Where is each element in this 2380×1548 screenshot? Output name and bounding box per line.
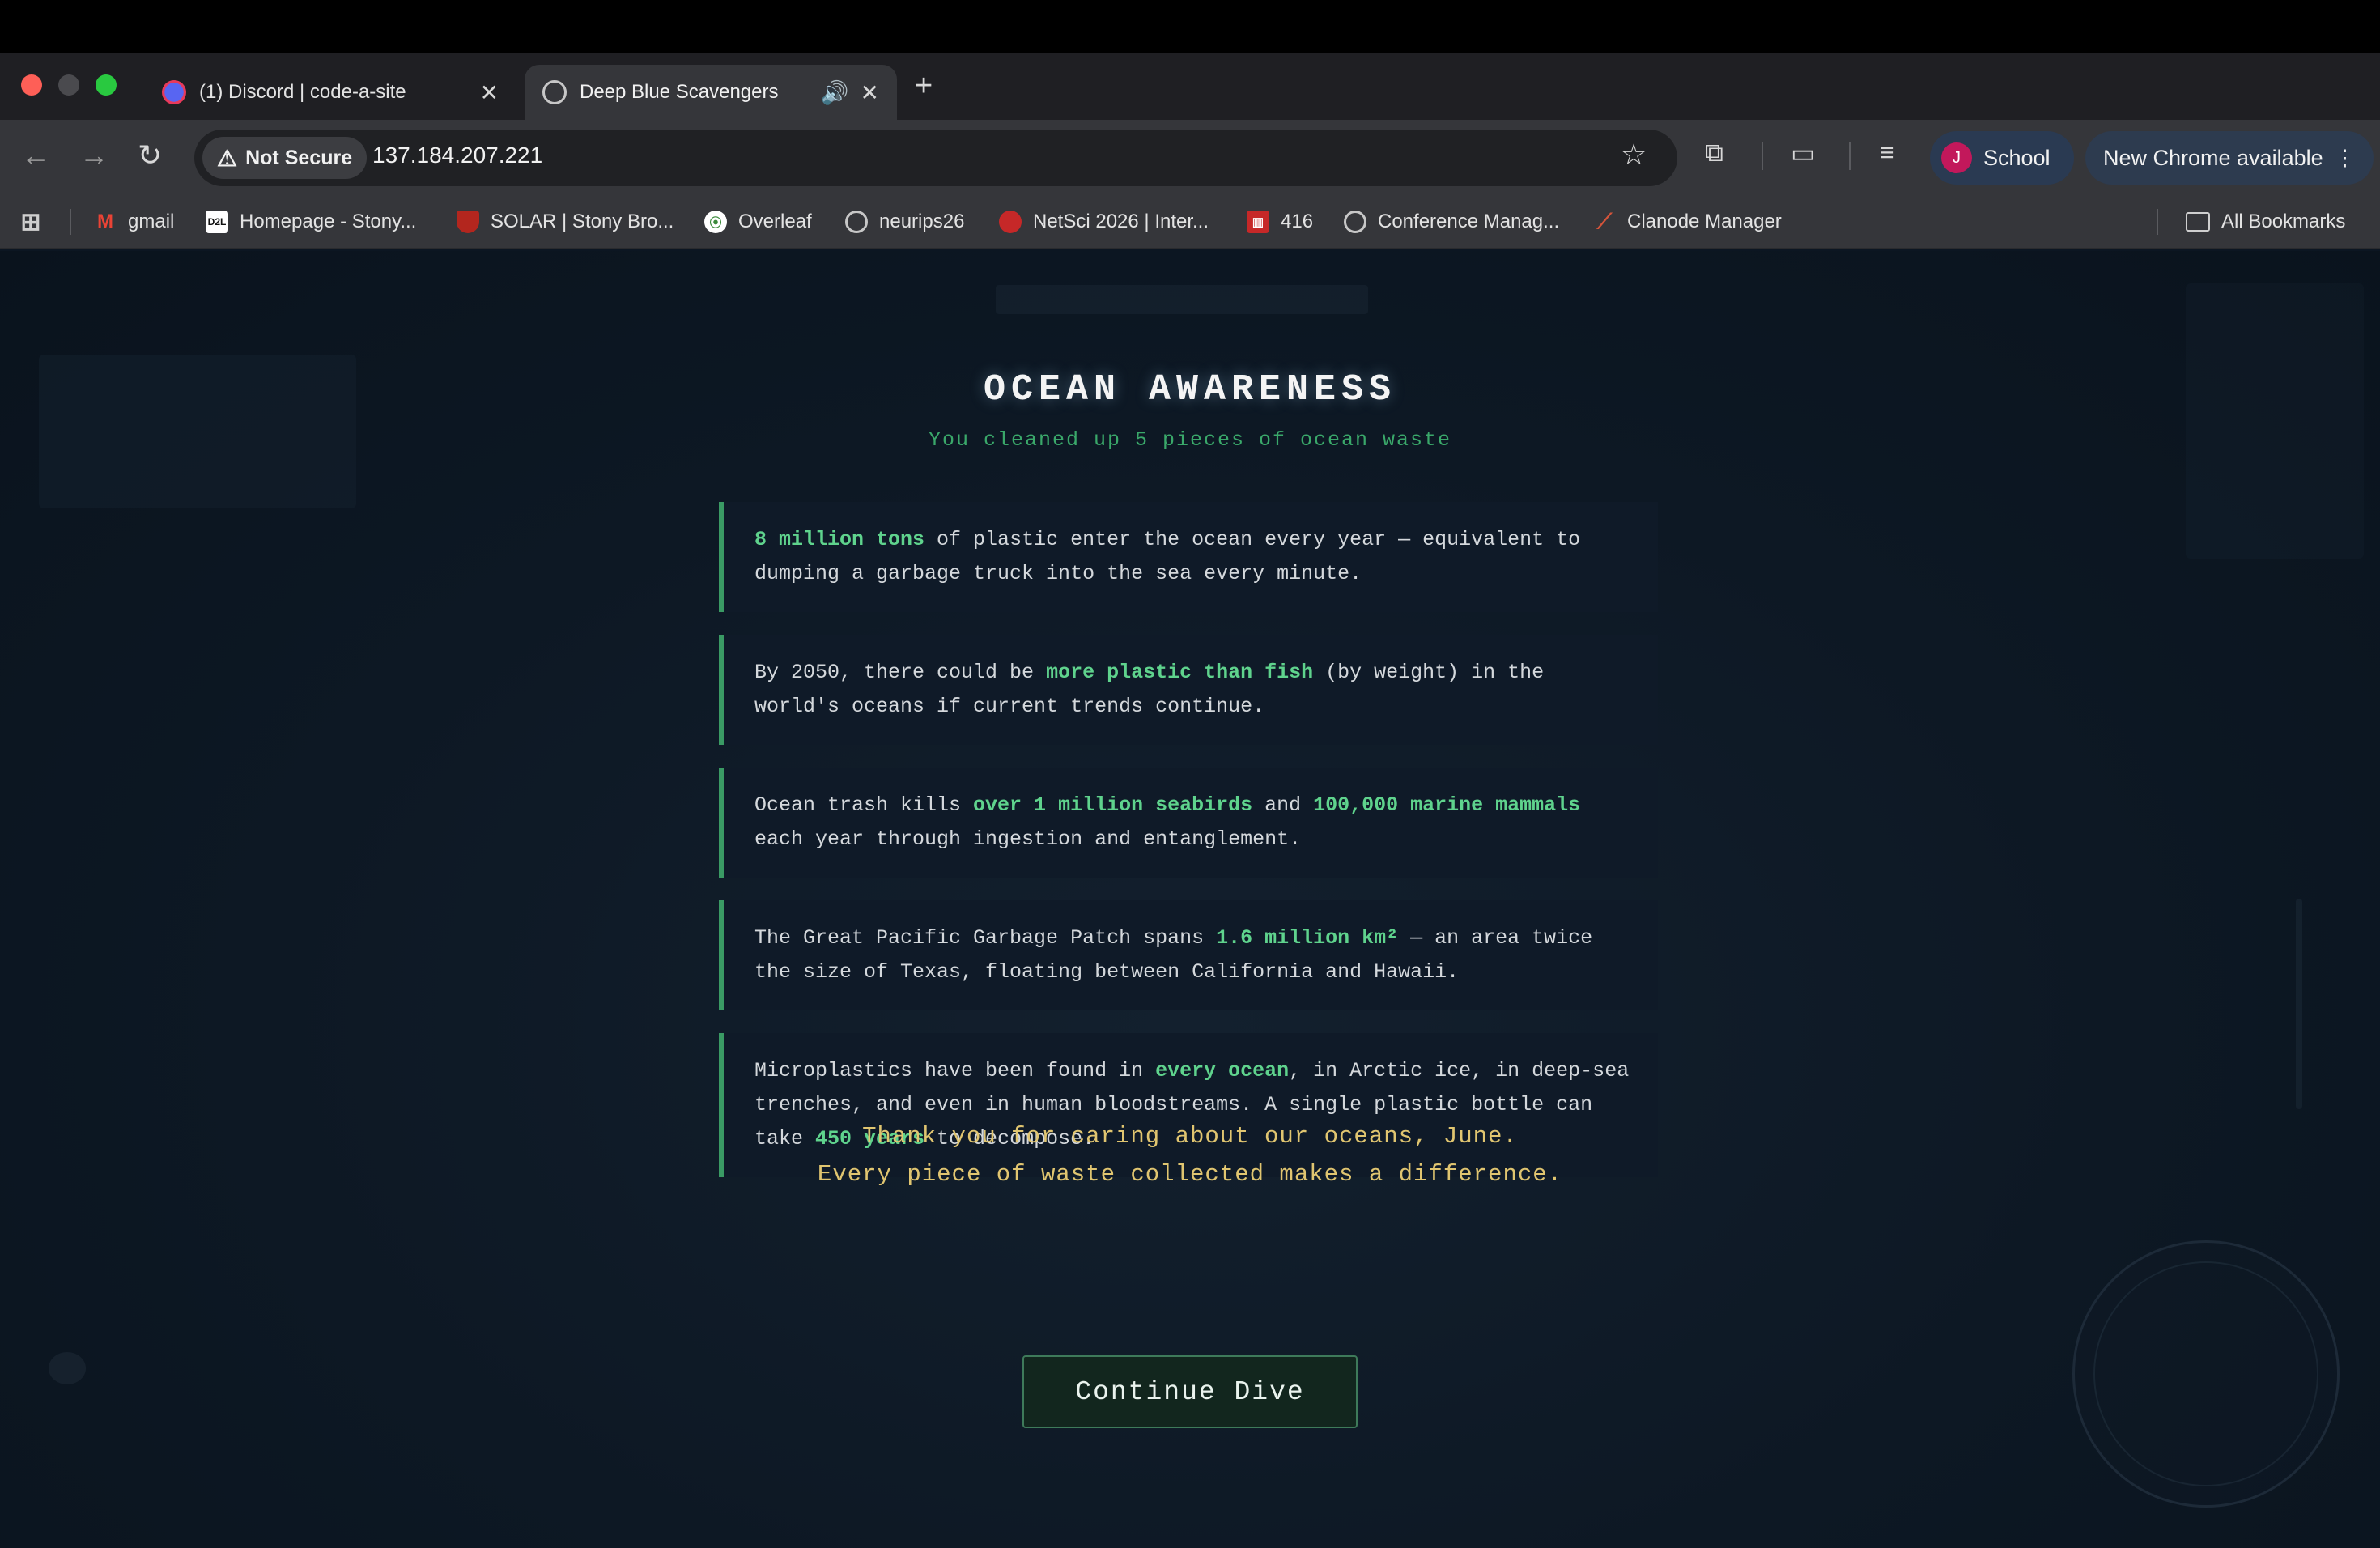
bookmark-label: Conference Manag... — [1378, 211, 1560, 232]
profile-name: School — [1983, 145, 2051, 170]
hud-right-panel — [2186, 283, 2364, 559]
url-text[interactable]: 137.184.207.221 — [372, 142, 542, 168]
tab-title: (1) Discord | code-a-site — [199, 81, 406, 103]
gmail-icon: M — [97, 211, 113, 232]
bookmark-label: Homepage - Stony... — [240, 211, 417, 232]
toolbar-divider — [1762, 142, 1763, 170]
solar-icon — [457, 211, 479, 233]
bookmark-label: Overleaf — [738, 211, 812, 232]
d2l-icon: D2L — [206, 211, 228, 233]
game-viewport: OCEAN AWARENESS You cleaned up 5 pieces … — [0, 251, 2380, 1548]
forward-arrow-icon[interactable]: → — [79, 139, 108, 172]
globe-icon — [1344, 211, 1366, 233]
apps-grid-icon[interactable]: ⊞ — [19, 207, 53, 236]
globe-icon — [542, 80, 567, 104]
overleaf-icon: ⦿ — [704, 211, 727, 233]
folder-icon — [2186, 212, 2210, 232]
fact-text: and — [1252, 793, 1314, 817]
bookmark-gmail[interactable]: Mgmail — [94, 207, 174, 236]
fact-highlight: 1.6 million km² — [1216, 926, 1399, 950]
all-bookmarks-button[interactable]: All Bookmarks — [2186, 207, 2345, 236]
bookmark-neurips26[interactable]: neurips26 — [845, 207, 964, 236]
fact-text: Ocean trash kills — [754, 793, 974, 817]
page-title: OCEAN AWARENESS — [983, 369, 1397, 410]
depth-gauge — [2296, 899, 2302, 1109]
fish-icon — [49, 1352, 86, 1384]
warning-icon: ⚠ — [217, 145, 238, 171]
leaderboard-panel — [39, 355, 356, 508]
bookmark-label: Clanode Manager — [1627, 211, 1782, 232]
fact-card: 8 million tons of plastic enter the ocea… — [719, 502, 1658, 612]
fact-card: The Great Pacific Garbage Patch spans 1.… — [719, 900, 1658, 1010]
close-tab-icon[interactable]: ✕ — [480, 79, 499, 106]
update-chrome-button[interactable]: New Chrome available ⋮ — [2085, 131, 2374, 185]
fact-highlight: every ocean — [1155, 1059, 1290, 1082]
reload-icon[interactable]: ↻ — [138, 139, 162, 172]
bookmark-conference-manager[interactable]: Conference Manag... — [1344, 207, 1559, 236]
bookmark-star-icon[interactable]: ☆ — [1621, 138, 1647, 172]
profile-button[interactable]: J School — [1930, 131, 2074, 185]
fact-highlight: over 1 million seabirds — [973, 793, 1253, 817]
fact-highlight: 100,000 marine mammals — [1313, 793, 1581, 817]
system-menubar — [0, 0, 2380, 53]
cleanup-summary: You cleaned up 5 pieces of ocean waste — [928, 428, 1452, 452]
bookmark-label: gmail — [128, 211, 175, 232]
bookmark-416[interactable]: ▥ 416 — [1247, 207, 1313, 236]
thank-you-message: Thank you for caring about our oceans, J… — [0, 1117, 2380, 1193]
bookmarks-divider — [70, 209, 71, 235]
compass-ring — [2093, 1261, 2318, 1486]
close-tab-icon[interactable]: ✕ — [861, 79, 879, 106]
update-label: New Chrome available — [2103, 145, 2323, 170]
speaker-icon[interactable]: 🔊 — [821, 79, 849, 106]
tab-discord[interactable]: (1) Discord | code-a-site ✕ — [144, 65, 516, 120]
fact-highlight: more plastic than fish — [1046, 661, 1314, 684]
bookmark-solar[interactable]: SOLAR | Stony Bro... — [457, 207, 674, 236]
media-controls-icon[interactable]: ≡ — [1880, 138, 1895, 168]
maximize-window-button[interactable] — [96, 74, 117, 96]
tab-title: Deep Blue Scavengers — [580, 81, 779, 103]
bookmark-label: 416 — [1281, 211, 1314, 232]
toolbar-divider — [1849, 142, 1851, 170]
bookmark-416-icon: ▥ — [1247, 211, 1269, 233]
continue-dive-button[interactable]: Continue Dive — [1022, 1355, 1358, 1428]
cast-icon[interactable]: ▭ — [1791, 138, 1815, 168]
more-menu-icon[interactable]: ⋮ — [2334, 146, 2356, 171]
fact-highlight: 8 million tons — [754, 528, 925, 551]
fact-card: Ocean trash kills over 1 million seabird… — [719, 768, 1658, 878]
fact-text: each year through ingestion and entangle… — [754, 827, 1302, 851]
fact-text: The Great Pacific Garbage Patch spans — [754, 926, 1217, 950]
bookmark-label: SOLAR | Stony Bro... — [491, 211, 674, 232]
bookmarks-divider — [2157, 209, 2158, 235]
bookmark-netsci[interactable]: NetSci 2026 | Inter... — [999, 207, 1209, 236]
bookmark-label: NetSci 2026 | Inter... — [1033, 211, 1209, 232]
fact-card: By 2050, there could be more plastic tha… — [719, 635, 1658, 745]
globe-icon — [845, 211, 868, 233]
hud-top-bar — [996, 285, 1368, 314]
new-tab-button[interactable]: + — [915, 70, 933, 102]
close-window-button[interactable] — [21, 74, 42, 96]
netsci-icon — [999, 211, 1022, 233]
minimize-window-button[interactable] — [58, 74, 79, 96]
thanks-line: Thank you for caring about our oceans, J… — [862, 1123, 1518, 1150]
fact-text: Microplastics have been found in — [754, 1059, 1156, 1082]
thanks-line: Every piece of waste collected makes a d… — [817, 1161, 1563, 1188]
security-label: Not Secure — [245, 146, 353, 169]
apps-icon: ⊞ — [20, 208, 41, 236]
avatar: J — [1941, 142, 1972, 173]
claude-icon: ⟋ — [1596, 209, 1613, 233]
bookmark-label: All Bookmarks — [2221, 211, 2346, 232]
tab-deep-blue-scavengers[interactable]: Deep Blue Scavengers 🔊 ✕ — [525, 65, 897, 120]
bookmark-clanode-manager[interactable]: ⟋ Clanode Manager — [1593, 207, 1782, 236]
back-arrow-icon[interactable]: ← — [21, 139, 50, 172]
bookmark-homepage-stony[interactable]: D2L Homepage - Stony... — [206, 207, 416, 236]
bookmark-label: neurips26 — [879, 211, 965, 232]
extensions-icon[interactable]: ⧉ — [1705, 138, 1723, 168]
fact-text: By 2050, there could be — [754, 661, 1047, 684]
browser-window: (1) Discord | code-a-site ✕ Deep Blue Sc… — [0, 0, 2380, 1548]
bookmark-overleaf[interactable]: ⦿ Overleaf — [704, 207, 812, 236]
security-chip[interactable]: ⚠ Not Secure — [202, 137, 368, 179]
discord-icon — [162, 80, 186, 104]
awareness-modal: OCEAN AWARENESS You cleaned up 5 pieces … — [719, 369, 1661, 1177]
